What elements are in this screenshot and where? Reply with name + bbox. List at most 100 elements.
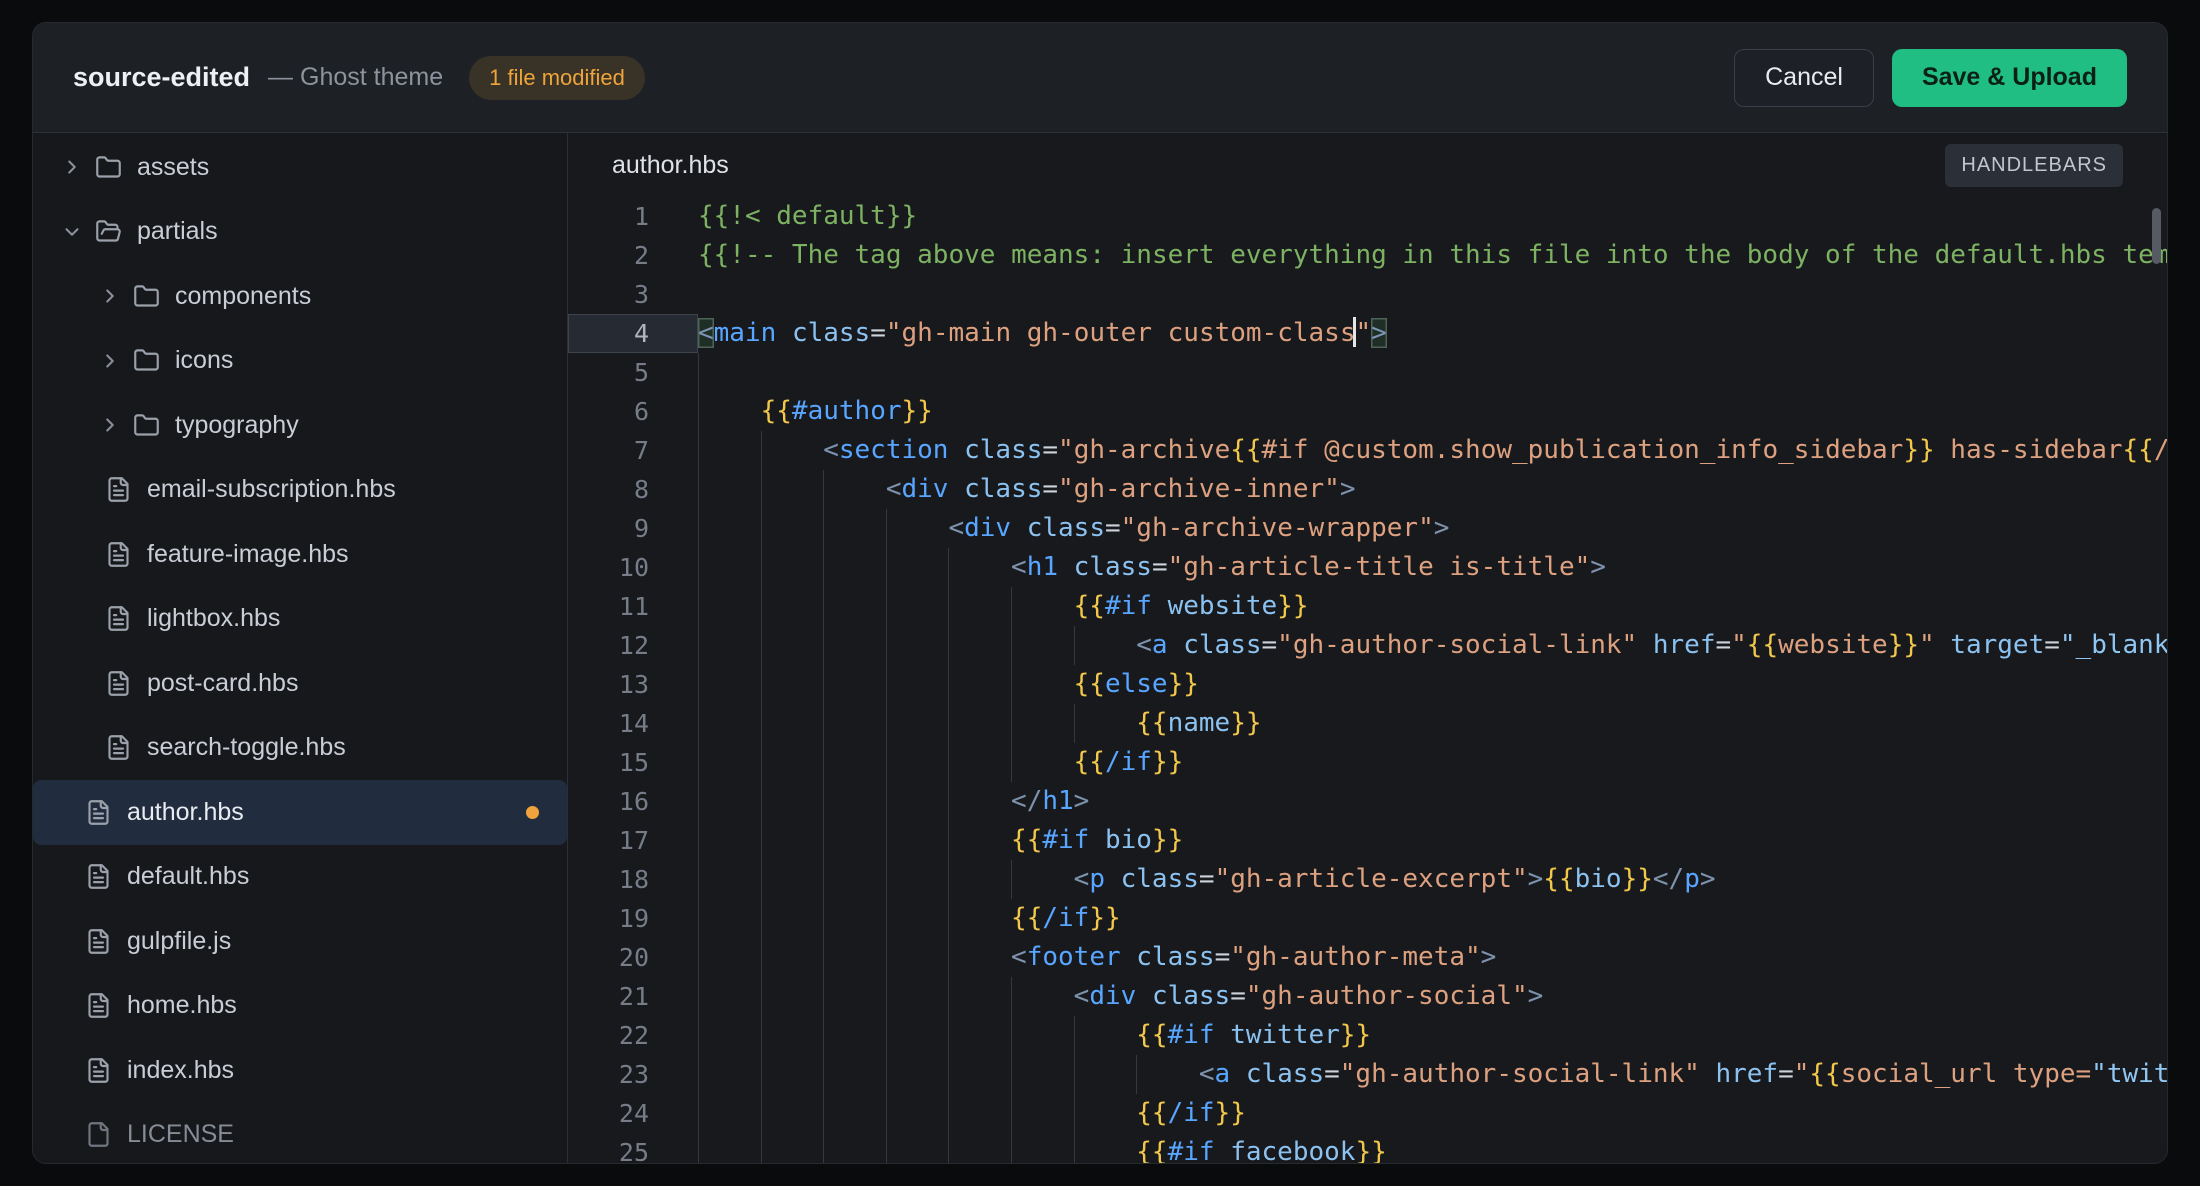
- file-icon: [105, 670, 132, 697]
- indent-guide: [1136, 1055, 1199, 1094]
- indent-guide: [823, 1016, 886, 1055]
- code-line-19[interactable]: 19{{/if}}: [568, 899, 2167, 938]
- tree-item-gulpfile.js[interactable]: gulpfile.js: [33, 909, 567, 974]
- code-line-12[interactable]: 12<a class="gh-author-social-link" href=…: [568, 626, 2167, 665]
- indent-guide: [823, 665, 886, 704]
- code-line-10[interactable]: 10<h1 class="gh-article-title is-title">: [568, 548, 2167, 587]
- code-line-6[interactable]: 6{{#author}}: [568, 392, 2167, 431]
- line-number: 4: [568, 314, 698, 353]
- tree-item-typography[interactable]: typography: [33, 393, 567, 458]
- indent-guide: [761, 977, 824, 1016]
- code-area[interactable]: 1{{!< default}}2{{!-- The tag above mean…: [568, 197, 2167, 1163]
- code-line-13[interactable]: 13{{else}}: [568, 665, 2167, 704]
- tree-item-label: author.hbs: [127, 798, 244, 827]
- code-line-11[interactable]: 11{{#if website}}: [568, 587, 2167, 626]
- chevron-right-icon[interactable]: [99, 350, 121, 372]
- theme-title: source-edited: [73, 62, 250, 93]
- tree-item-assets[interactable]: assets: [33, 135, 567, 200]
- indent-guide: [948, 977, 1011, 1016]
- indent-guide: [823, 509, 886, 548]
- indent-guide: [886, 1016, 949, 1055]
- tree-item-label: home.hbs: [127, 991, 237, 1020]
- tree-item-icons[interactable]: icons: [33, 329, 567, 394]
- tree-item-author.hbs[interactable]: author.hbs: [33, 780, 567, 845]
- editor-scrollbar-thumb[interactable]: [2152, 208, 2161, 264]
- line-number: 17: [568, 821, 698, 860]
- language-badge: HANDLEBARS: [1945, 144, 2123, 187]
- indent-guide: [1011, 1094, 1074, 1133]
- indent-guide: [761, 743, 824, 782]
- tree-item-lightbox.hbs[interactable]: lightbox.hbs: [33, 587, 567, 652]
- code-line-2[interactable]: 2{{!-- The tag above means: insert every…: [568, 236, 2167, 275]
- code-line-22[interactable]: 22{{#if twitter}}: [568, 1016, 2167, 1055]
- code-line-14[interactable]: 14{{name}}: [568, 704, 2167, 743]
- code-line-16[interactable]: 16</h1>: [568, 782, 2167, 821]
- indent-guide: [698, 392, 761, 431]
- file-tree: assetspartialscomponents icons typography e…: [33, 133, 568, 1163]
- indent-guide: [698, 431, 761, 470]
- line-number: 25: [568, 1133, 698, 1163]
- code-line-15[interactable]: 15{{/if}}: [568, 743, 2167, 782]
- code-line-21[interactable]: 21<div class="gh-author-social">: [568, 977, 2167, 1016]
- indent-guide: [948, 938, 1011, 977]
- tree-item-default.hbs[interactable]: default.hbs: [33, 845, 567, 910]
- tree-item-feature-image.hbs[interactable]: feature-image.hbs: [33, 522, 567, 587]
- indent-guide: [698, 1133, 761, 1163]
- code-line-5[interactable]: 5: [568, 353, 2167, 392]
- indent-guide: [886, 509, 949, 548]
- indent-guide: [698, 509, 761, 548]
- indent-guide: [1011, 704, 1074, 743]
- chevron-right-icon[interactable]: [99, 285, 121, 307]
- tree-item-index.hbs[interactable]: index.hbs: [33, 1038, 567, 1103]
- tree-item-search-toggle.hbs[interactable]: search-toggle.hbs: [33, 716, 567, 781]
- cancel-button[interactable]: Cancel: [1734, 49, 1874, 107]
- code-line-23[interactable]: 23<a class="gh-author-social-link" href=…: [568, 1055, 2167, 1094]
- line-number: 8: [568, 470, 698, 509]
- indent-guide: [886, 626, 949, 665]
- tree-item-LICENSE[interactable]: LICENSE: [33, 1103, 567, 1164]
- indent-guide: [823, 587, 886, 626]
- code-line-9[interactable]: 9<div class="gh-archive-wrapper">: [568, 509, 2167, 548]
- tree-item-partials[interactable]: partials: [33, 200, 567, 265]
- code-line-7[interactable]: 7<section class="gh-archive{{#if @custom…: [568, 431, 2167, 470]
- file-plain-icon: [85, 1121, 112, 1148]
- tree-item-components[interactable]: components: [33, 264, 567, 329]
- chevron-down-icon[interactable]: [61, 221, 83, 243]
- code-line-17[interactable]: 17{{#if bio}}: [568, 821, 2167, 860]
- save-upload-button[interactable]: Save & Upload: [1892, 49, 2127, 107]
- file-icon: [85, 799, 112, 826]
- indent-guide: [1011, 1016, 1074, 1055]
- indent-guide: [761, 860, 824, 899]
- chevron-right-icon[interactable]: [61, 156, 83, 178]
- line-number: 12: [568, 626, 698, 665]
- indent-guide: [1074, 1133, 1137, 1163]
- indent-guide: [698, 1055, 761, 1094]
- tree-item-label: index.hbs: [127, 1056, 234, 1085]
- indent-guide: [1011, 665, 1074, 704]
- indent-guide: [823, 548, 886, 587]
- code-line-8[interactable]: 8<div class="gh-archive-inner">: [568, 470, 2167, 509]
- line-number: 23: [568, 1055, 698, 1094]
- tree-item-label: icons: [175, 346, 233, 375]
- tree-item-label: typography: [175, 411, 299, 440]
- file-icon: [105, 734, 132, 761]
- code-line-18[interactable]: 18<p class="gh-article-excerpt">{{bio}}<…: [568, 860, 2167, 899]
- indent-guide: [698, 1094, 761, 1133]
- indent-guide: [823, 860, 886, 899]
- indent-guide: [823, 743, 886, 782]
- code-line-25[interactable]: 25{{#if facebook}}: [568, 1133, 2167, 1163]
- code-line-1[interactable]: 1{{!< default}}: [568, 197, 2167, 236]
- code-line-24[interactable]: 24{{/if}}: [568, 1094, 2167, 1133]
- tree-item-email-subscription.hbs[interactable]: email-subscription.hbs: [33, 458, 567, 523]
- code-line-3[interactable]: 3: [568, 275, 2167, 314]
- indent-guide: [886, 782, 949, 821]
- tree-item-post-card.hbs[interactable]: post-card.hbs: [33, 651, 567, 716]
- indent-guide: [948, 860, 1011, 899]
- chevron-right-icon[interactable]: [99, 414, 121, 436]
- indent-guide: [1074, 704, 1137, 743]
- tree-item-home.hbs[interactable]: home.hbs: [33, 974, 567, 1039]
- tree-item-label: search-toggle.hbs: [147, 733, 346, 762]
- indent-guide: [886, 1055, 949, 1094]
- code-line-20[interactable]: 20<footer class="gh-author-meta">: [568, 938, 2167, 977]
- code-line-4[interactable]: 4<main class="gh-main gh-outer custom-cl…: [568, 314, 2167, 353]
